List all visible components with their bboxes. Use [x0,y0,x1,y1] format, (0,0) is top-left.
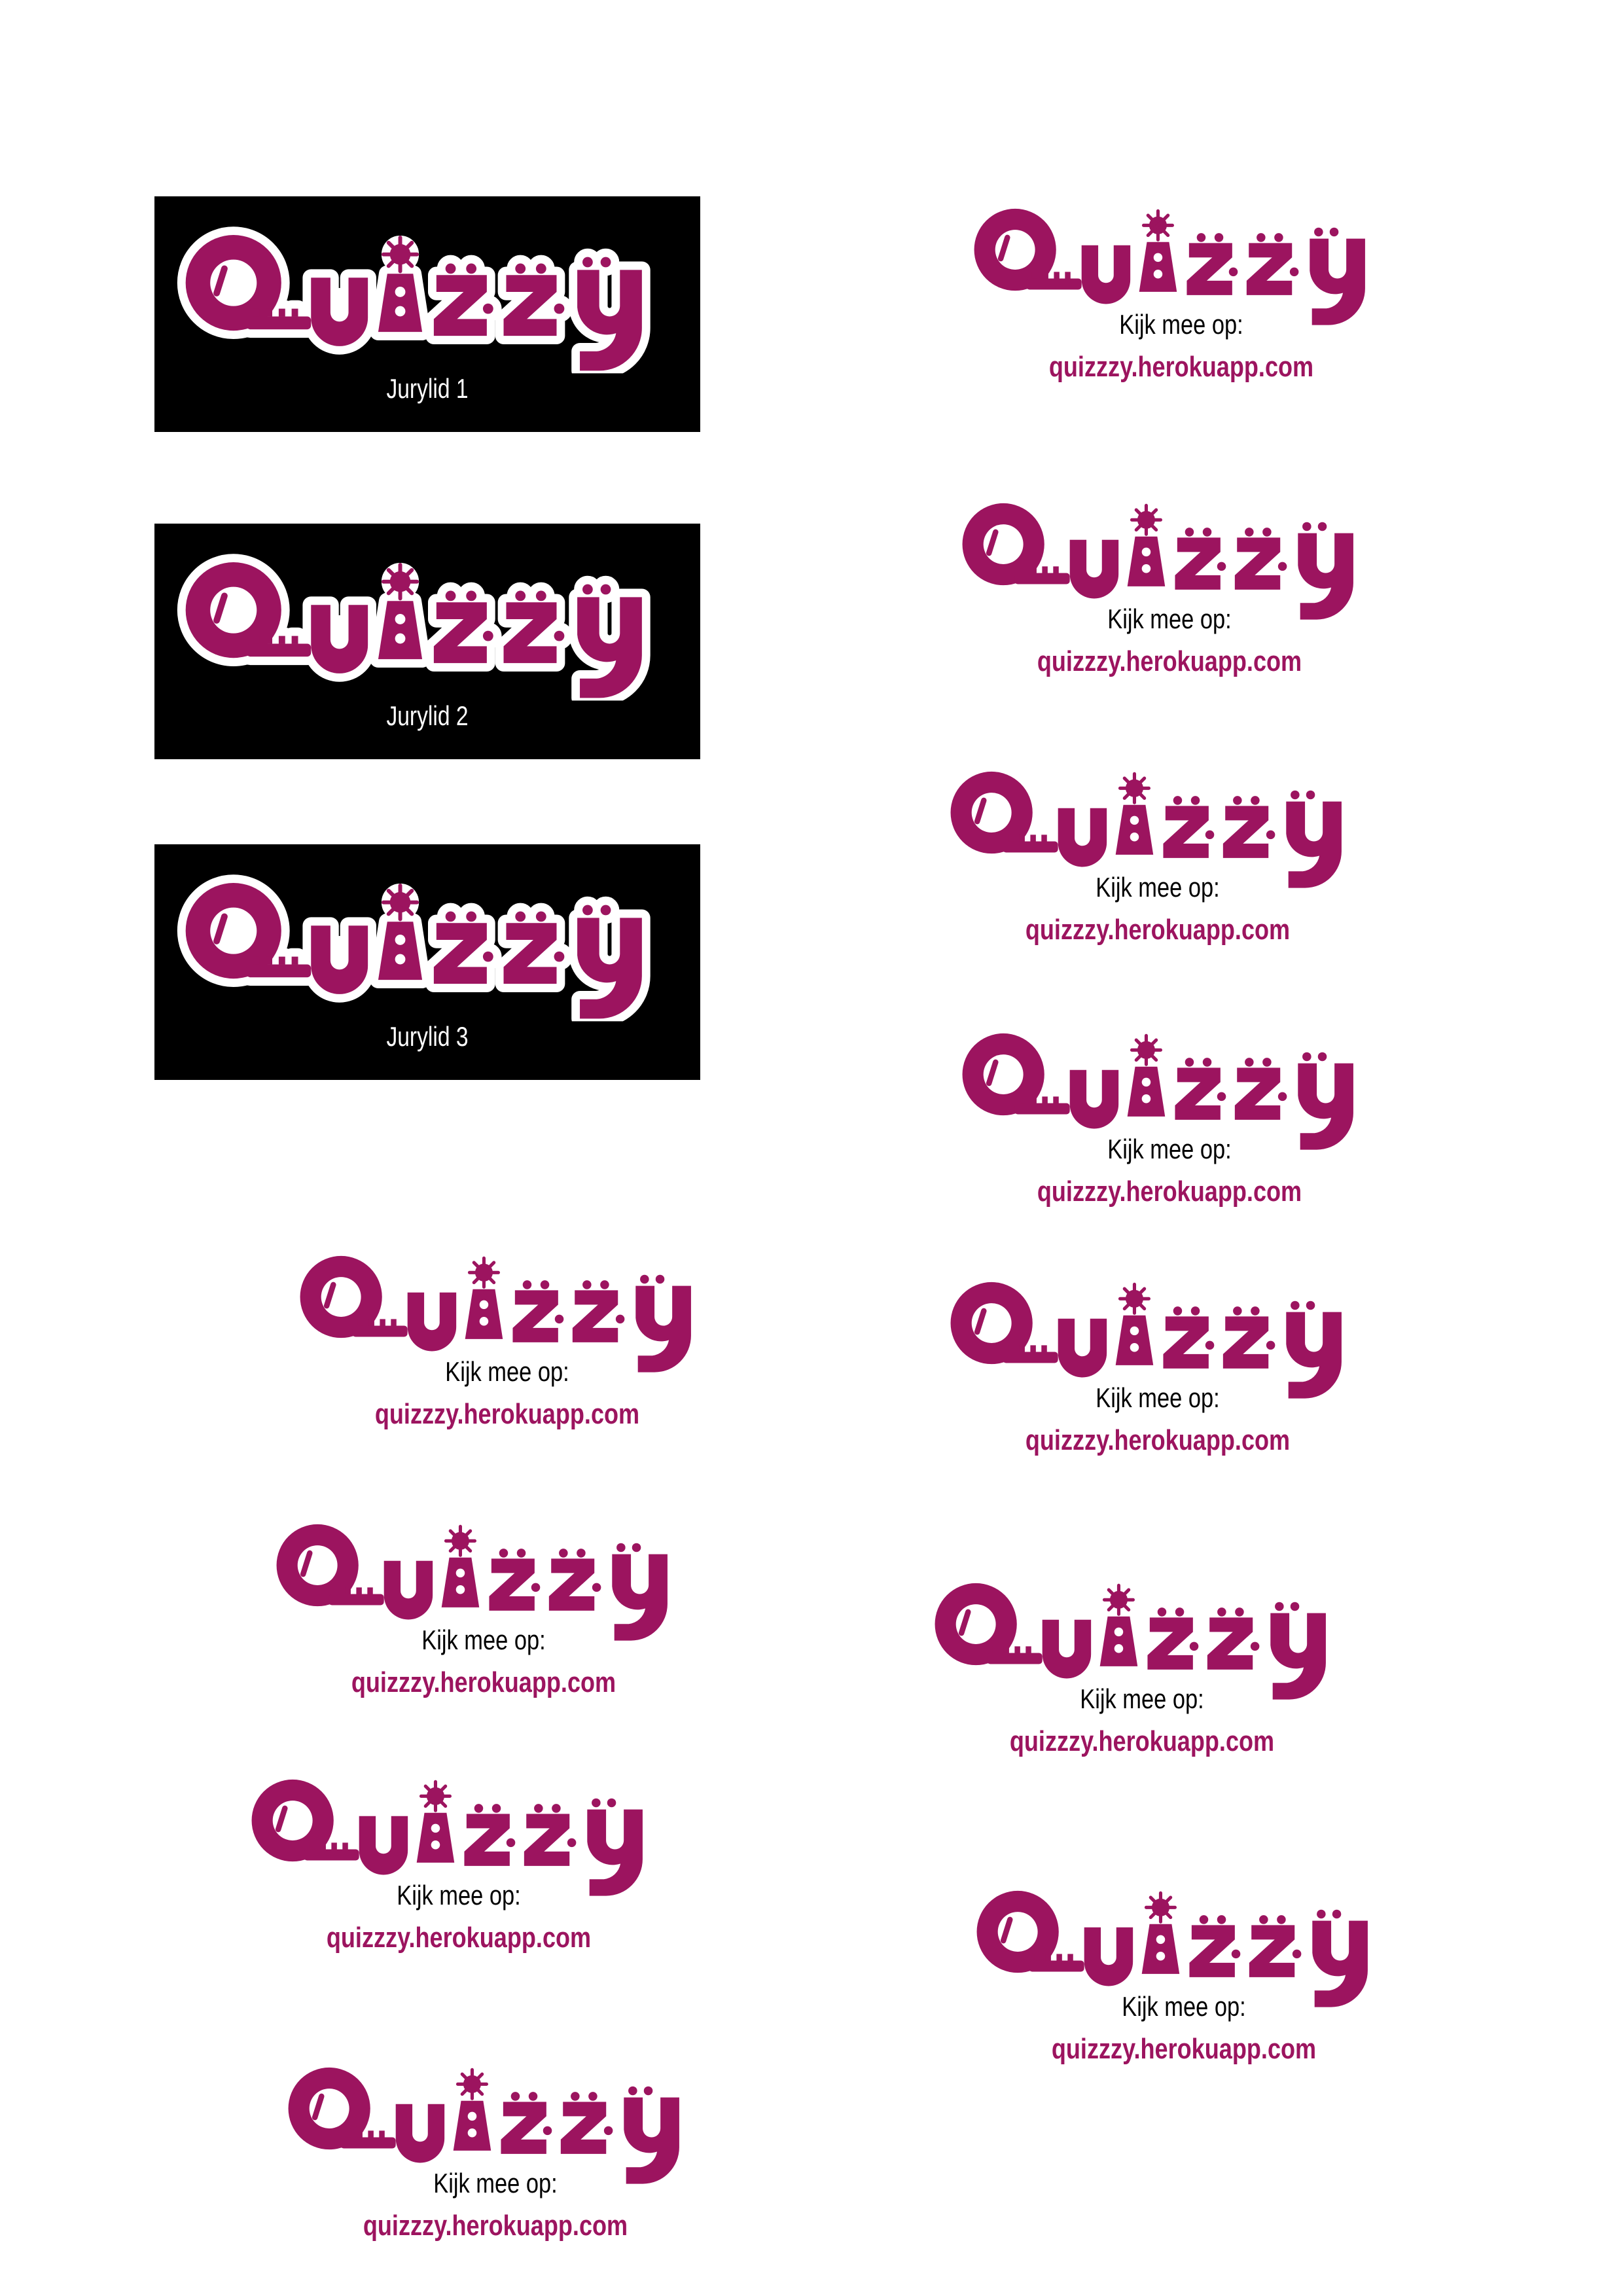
jury-card: Jurylid 1 [154,196,700,432]
watch-along-caption: Kijk mee op: [1119,309,1243,340]
quizzy-logo [899,1257,1416,1401]
quizzy-logo [911,1008,1428,1152]
jury-label: Jurylid 1 [386,373,469,404]
quizzy-logo [200,1754,717,1898]
watch-along-caption: Kijk mee op: [1107,603,1232,634]
promo-label: Kijk mee op: quizzzy.herokuapp.com [911,1008,1428,1230]
watch-along-caption: Kijk mee op: [1080,1683,1204,1714]
watch-along-caption: Kijk mee op: [433,2168,558,2198]
promo-label: Kijk mee op: quizzzy.herokuapp.com [249,1230,766,1453]
site-url: quizzzy.herokuapp.com [1037,645,1302,677]
promo-label: Kijk mee op: quizzzy.herokuapp.com [925,1865,1442,2088]
quizzy-logo [925,1865,1442,2009]
quizzy-logo [225,1499,742,1643]
promo-label: Kijk mee op: quizzzy.herokuapp.com [225,1499,742,1721]
promo-label: Kijk mee op: quizzzy.herokuapp.com [899,1257,1416,1479]
quizzy-logo [237,2042,754,2186]
quizzy-logo [169,204,686,374]
promo-label: Kijk mee op: quizzzy.herokuapp.com [923,183,1440,406]
watch-along-caption: Kijk mee op: [1107,1134,1232,1164]
site-url: quizzzy.herokuapp.com [1025,1424,1291,1456]
watch-along-caption: Kijk mee op: [397,1880,521,1910]
jury-label: Jurylid 3 [386,1021,469,1052]
watch-along-caption: Kijk mee op: [1096,872,1220,903]
promo-label: Kijk mee op: quizzzy.herokuapp.com [237,2042,754,2265]
watch-along-caption: Kijk mee op: [1096,1382,1220,1413]
site-url: quizzzy.herokuapp.com [374,1398,640,1430]
watch-along-caption: Kijk mee op: [421,1624,546,1655]
promo-label: Kijk mee op: quizzzy.herokuapp.com [200,1754,717,1977]
quizzy-logo [169,852,686,1022]
quizzy-logo [249,1230,766,1374]
quizzy-logo [899,746,1416,890]
site-url: quizzzy.herokuapp.com [351,1666,616,1698]
watch-along-caption: Kijk mee op: [445,1356,569,1387]
quizzy-logo [923,183,1440,327]
site-url: quizzzy.herokuapp.com [1025,914,1291,946]
promo-label: Kijk mee op: quizzzy.herokuapp.com [911,478,1428,700]
quizzy-logo [911,478,1428,622]
watch-along-caption: Kijk mee op: [1122,1991,1246,2022]
jury-card: Jurylid 3 [154,844,700,1080]
jury-label: Jurylid 2 [386,700,469,731]
site-url: quizzzy.herokuapp.com [1037,1175,1302,1208]
quizzy-logo [883,1558,1400,1702]
promo-label: Kijk mee op: quizzzy.herokuapp.com [883,1558,1400,1780]
site-url: quizzzy.herokuapp.com [326,1922,592,1954]
promo-label: Kijk mee op: quizzzy.herokuapp.com [899,746,1416,969]
jury-card: Jurylid 2 [154,524,700,759]
site-url: quizzzy.herokuapp.com [1051,2033,1317,2065]
quizzy-logo [169,531,686,702]
site-url: quizzzy.herokuapp.com [1009,1725,1275,1757]
site-url: quizzzy.herokuapp.com [1048,351,1314,383]
site-url: quizzzy.herokuapp.com [363,2210,628,2242]
